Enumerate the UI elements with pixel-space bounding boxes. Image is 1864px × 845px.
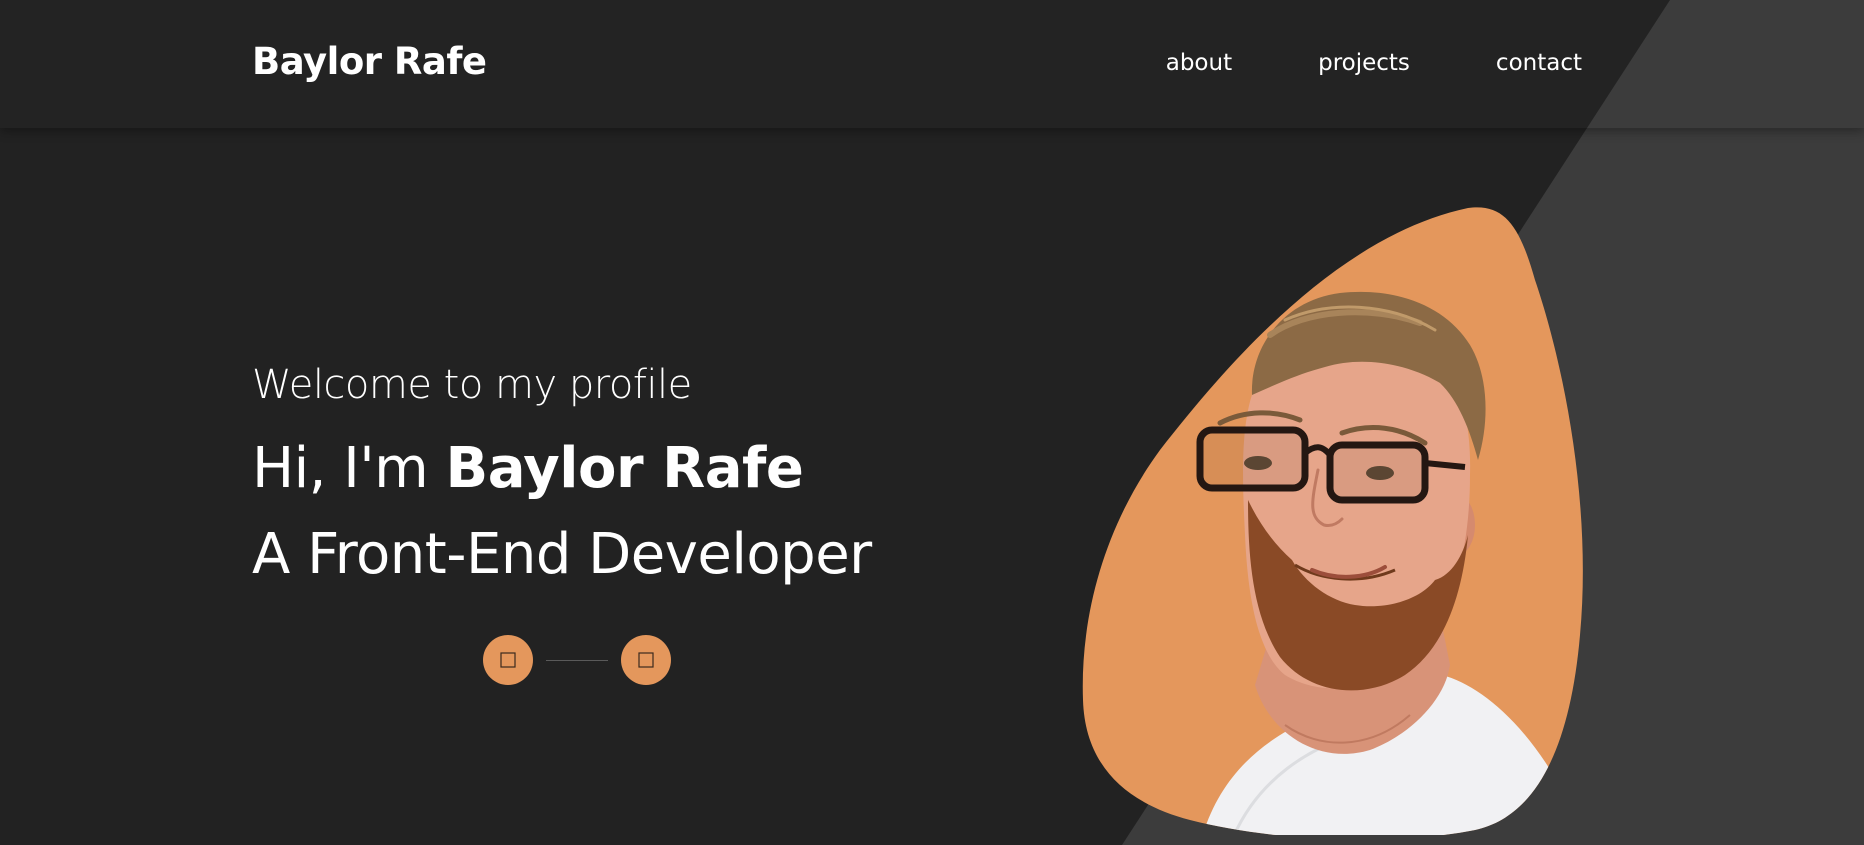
greeting-prefix: Hi, I'm [252, 436, 446, 501]
github-icon [500, 652, 516, 668]
page: Baylor Rafe about projects contact Welco… [0, 0, 1864, 845]
nav-link-projects[interactable]: projects [1318, 50, 1410, 76]
hero-text: Welcome to my profile Hi, I'm Baylor Raf… [252, 360, 872, 588]
github-button[interactable] [483, 635, 533, 685]
nav-link-contact[interactable]: contact [1496, 50, 1582, 76]
hero-greeting: Hi, I'm Baylor Rafe [252, 436, 872, 502]
profile-portrait [1080, 205, 1585, 840]
social-divider [546, 659, 608, 661]
greeting-name: Baylor Rafe [445, 436, 804, 501]
welcome-text: Welcome to my profile [252, 362, 692, 408]
navbar: Baylor Rafe about projects contact [0, 0, 1864, 128]
portrait-illustration [1082, 207, 1583, 840]
brand-logo[interactable]: Baylor Rafe [252, 40, 487, 83]
nav-links: about projects contact [1166, 50, 1582, 76]
hero-role: A Front-End Developer [252, 522, 872, 587]
linkedin-icon [638, 652, 654, 668]
social-links [483, 635, 671, 685]
linkedin-button[interactable] [621, 635, 671, 685]
nav-link-about[interactable]: about [1166, 50, 1232, 76]
